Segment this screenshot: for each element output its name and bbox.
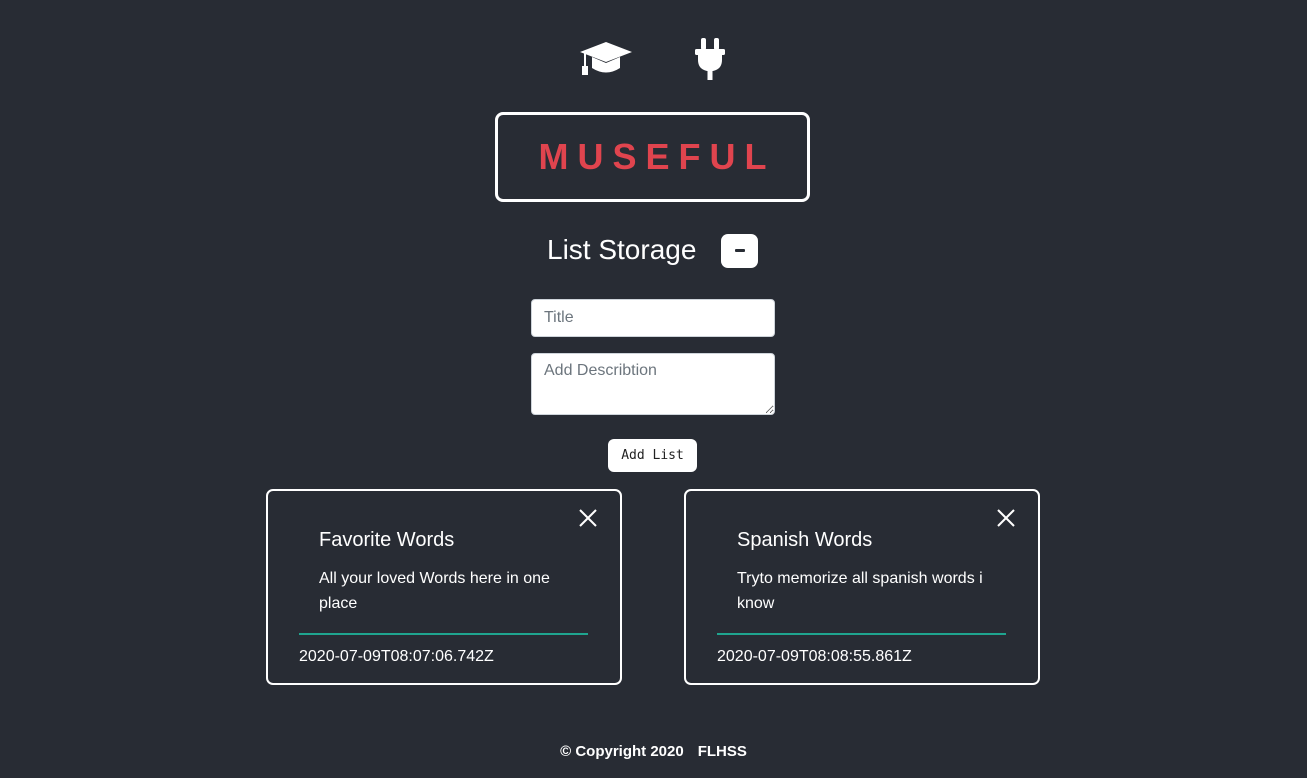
org-name: FLHSS: [697, 743, 747, 760]
app-root: MUSEFUL List Storage Add List Favorite W…: [0, 0, 1307, 778]
list-card-description: All your loved Words here in one place: [319, 570, 550, 612]
card-divider: [299, 633, 588, 635]
minus-icon: [735, 249, 745, 252]
plug-icon[interactable]: [694, 38, 726, 80]
footer: © Copyright 2020 FLHSS: [0, 743, 1307, 760]
close-icon[interactable]: [578, 508, 598, 528]
logo-text: MUSEFUL: [538, 136, 776, 177]
top-nav: [0, 38, 1307, 82]
title-input[interactable]: [531, 299, 775, 337]
list-card-date: 2020-07-09T08:07:06.742Z: [299, 648, 494, 665]
list-card-title: Favorite Words: [319, 529, 455, 551]
graduation-cap-icon[interactable]: [580, 42, 632, 76]
list-card-description: Tryto memorize all spanish words i know: [737, 570, 983, 612]
section-header: List Storage: [0, 232, 1307, 272]
logo-box: MUSEFUL: [495, 112, 810, 202]
page-title: List Storage: [547, 234, 697, 265]
close-icon[interactable]: [996, 508, 1016, 528]
description-input[interactable]: [531, 353, 775, 415]
add-list-button[interactable]: Add List: [608, 439, 697, 472]
collapse-form-button[interactable]: [721, 234, 758, 268]
list-card-date: 2020-07-09T08:08:55.861Z: [717, 648, 912, 665]
list-card-title: Spanish Words: [737, 529, 873, 551]
list-card[interactable]: Favorite Words All your loved Words here…: [266, 489, 622, 685]
list-card[interactable]: Spanish Words Tryto memorize all spanish…: [684, 489, 1040, 685]
card-divider: [717, 633, 1006, 635]
copyright-text: © Copyright 2020: [560, 743, 684, 760]
